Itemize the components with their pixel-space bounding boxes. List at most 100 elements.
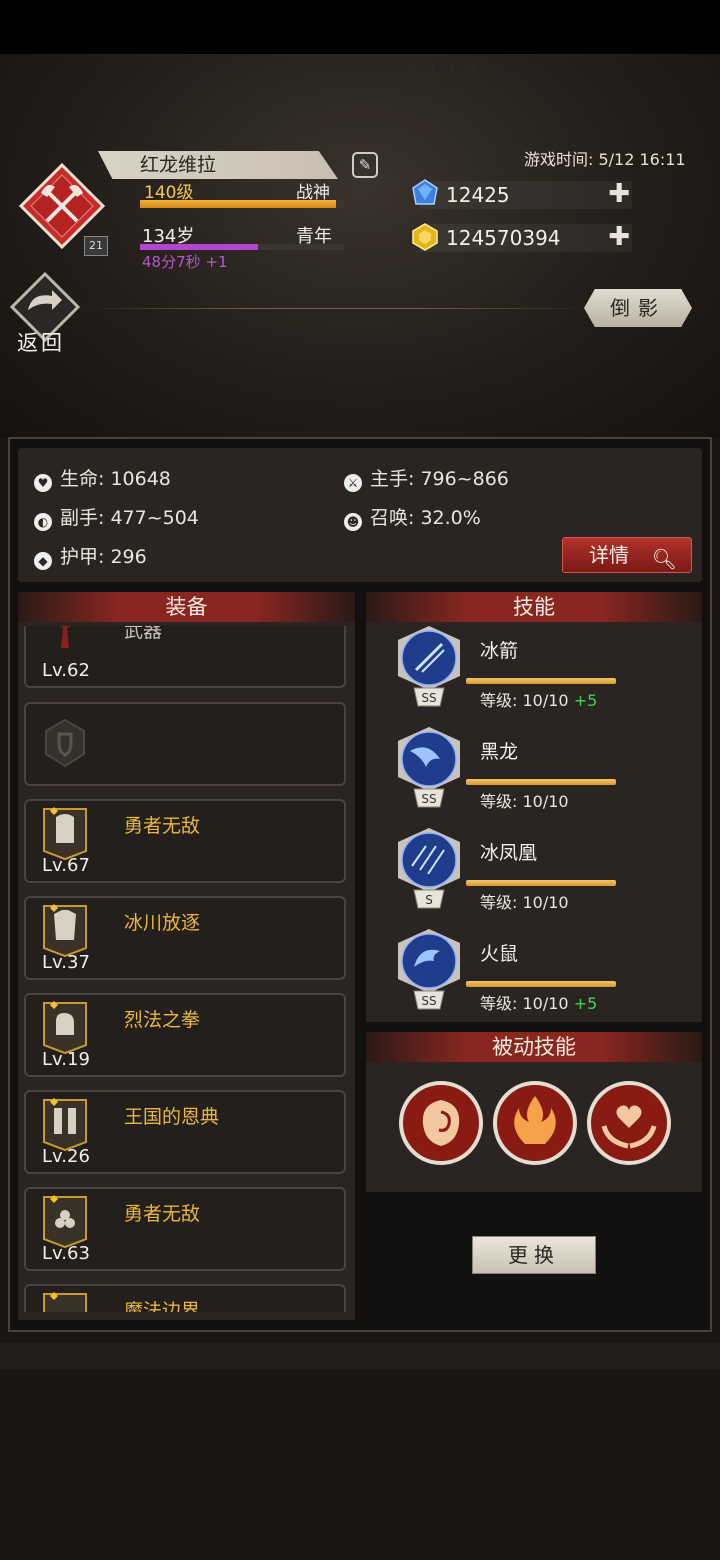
equipment-level: Lv.67 (42, 855, 90, 876)
add-gold-button[interactable]: ✚ (608, 222, 630, 252)
equipment-level: Lv.62 (42, 660, 90, 681)
stat-main-hand: ⚔ 主手: 796~866 (344, 464, 509, 492)
bottom-strip (0, 1343, 720, 1369)
skill-level: 等级: 10/10 (480, 792, 569, 811)
empty-shield-icon (45, 718, 85, 768)
skill-level-bar (466, 678, 616, 684)
skill-name: 火鼠 (480, 943, 519, 965)
summon-icon: ☻ (344, 513, 362, 531)
equipment-name: 勇者无敌 (124, 815, 201, 837)
equipment-slot-weapon[interactable]: 武器 Lv.62 (24, 626, 346, 688)
equipment-slot-empty[interactable] (24, 702, 346, 786)
level-progress-bar (140, 200, 344, 208)
header-divider (80, 308, 590, 309)
age-timer: 48分7秒 +1 (142, 253, 228, 271)
equipment-name: 冰川放逐 (124, 912, 201, 934)
details-label: 详情 (589, 543, 629, 567)
equipment-panel: 装备 武器 Lv.62 勇者无敌 Lv.67 冰川放逐 Lv.37 烈法之拳 L… (18, 592, 355, 1320)
skill-name: 冰凤凰 (480, 842, 538, 864)
equipment-slot-extra[interactable]: 魔法边界 (24, 1284, 346, 1312)
gem-currency: 12425 ✚ (420, 179, 632, 209)
gold-coin-icon (412, 223, 438, 251)
heart-hands-passive-icon[interactable] (586, 1080, 672, 1166)
game-time: 游戏时间: 5/12 16:11 (524, 150, 686, 169)
age-progress-bar (140, 244, 344, 250)
swap-button[interactable]: 更换 (472, 1236, 596, 1274)
edit-name-button[interactable]: ✎ (352, 152, 378, 178)
fire-rat-skill-icon: SS (398, 929, 460, 1010)
skill-item-fire-rat[interactable]: SS 火鼠 等级: 10/10 +5 (396, 927, 696, 1023)
skill-item-ice-arrow[interactable]: SS 冰箭 等级: 10/10 +5 (396, 624, 696, 720)
skill-level-bar (466, 981, 616, 987)
stat-summon: ☻ 召唤: 32.0% (344, 503, 481, 531)
skill-item-ice-phoenix[interactable]: S 冰凤凰 等级: 10/10 (396, 826, 696, 922)
reflection-button[interactable]: 倒影 (584, 289, 692, 327)
skill-rank: SS (421, 994, 436, 1008)
equipment-slot-gloves[interactable]: 烈法之拳 Lv.19 (24, 993, 346, 1077)
skill-rank: S (425, 893, 433, 907)
equipment-slot-helmet[interactable]: 勇者无敌 Lv.67 (24, 799, 346, 883)
skill-bonus: +5 (573, 691, 598, 710)
emblem-badge: 21 (84, 236, 108, 256)
skill-rank: SS (421, 691, 436, 705)
equipment-level: Lv.26 (42, 1146, 90, 1167)
equipment-name: 烈法之拳 (124, 1009, 201, 1031)
skill-level: 等级: 10/10 (480, 893, 569, 912)
accessory-icon (43, 1195, 87, 1249)
equipment-level: Lv.37 (42, 952, 90, 973)
skill-item-black-dragon[interactable]: SS 黑龙 等级: 10/10 (396, 725, 696, 821)
stat-armor: ◆ 护甲: 296 (34, 542, 147, 570)
skill-rank: SS (421, 792, 436, 806)
equipment-list[interactable]: 武器 Lv.62 勇者无敌 Lv.67 冰川放逐 Lv.37 烈法之拳 Lv.1… (18, 626, 355, 1312)
level-progress-fill (140, 200, 336, 208)
ice-arrow-skill-icon: SS (398, 626, 460, 707)
character-name: 红龙维拉 (98, 151, 338, 179)
equipment-level: Lv.19 (42, 1049, 90, 1070)
armor-icon: ◆ (34, 552, 52, 570)
sword-icon: ⚔ (344, 474, 362, 492)
skills-title: 技能 (366, 592, 702, 622)
faint-header-text: …2 1 1 8 (390, 62, 478, 81)
gold-amount: 124570394 (446, 226, 561, 250)
black-dragon-skill-icon: SS (398, 727, 460, 808)
equipment-name: 武器 (124, 626, 163, 642)
helmet-icon (43, 807, 87, 861)
offhand-icon: ◐ (34, 513, 52, 531)
skill-level: 等级: 10/10 +5 (480, 994, 598, 1013)
equipment-name: 魔法边界 (124, 1300, 201, 1312)
edit-icon: ✎ (358, 156, 372, 174)
equipment-slot-accessory[interactable]: 勇者无敌 Lv.63 (24, 1187, 346, 1271)
extra-equipment-icon (43, 1292, 87, 1312)
skill-name: 黑龙 (480, 741, 519, 763)
spiral-shield-passive-icon[interactable] (398, 1080, 484, 1166)
skill-level-bar (466, 880, 616, 886)
passive-skills-title: 被动技能 (366, 1032, 702, 1062)
skills-panel: 技能 SS 冰箭 等级: 10/10 +5 SS 黑龙 等级: 10/10 S … (366, 592, 702, 1022)
add-gems-button[interactable]: ✚ (608, 179, 630, 209)
boots-icon (43, 1098, 87, 1152)
skill-bonus: +5 (573, 994, 598, 1013)
blue-gem-icon (412, 179, 438, 205)
skill-name: 冰箭 (480, 640, 519, 662)
ice-phoenix-skill-icon: S (398, 828, 460, 909)
stat-hp: ♥ 生命: 10648 (34, 464, 171, 492)
details-button[interactable]: 详情 🔍︎ (562, 537, 692, 573)
equipment-level: Lv.63 (42, 1243, 90, 1264)
heart-icon: ♥ (34, 474, 52, 492)
equipment-slot-armor[interactable]: 冰川放逐 Lv.37 (24, 896, 346, 980)
age-progress-fill (140, 244, 259, 250)
passive-skills-panel: 被动技能 (366, 1032, 702, 1192)
search-icon: 🔍︎ (651, 547, 677, 571)
gloves-icon (43, 1001, 87, 1055)
equipment-name: 王国的恩典 (124, 1106, 220, 1128)
stat-off-hand: ◐ 副手: 477~504 (34, 503, 199, 531)
back-label[interactable]: 返回 (17, 327, 65, 357)
equipment-slot-boots[interactable]: 王国的恩典 Lv.26 (24, 1090, 346, 1174)
flame-passive-icon[interactable] (492, 1080, 578, 1166)
equipment-name: 勇者无敌 (124, 1203, 201, 1225)
gem-amount: 12425 (446, 183, 510, 207)
gold-currency: 124570394 ✚ (420, 222, 632, 252)
equipment-title: 装备 (18, 592, 355, 622)
armor-piece-icon (43, 904, 87, 958)
status-bar (0, 0, 720, 54)
